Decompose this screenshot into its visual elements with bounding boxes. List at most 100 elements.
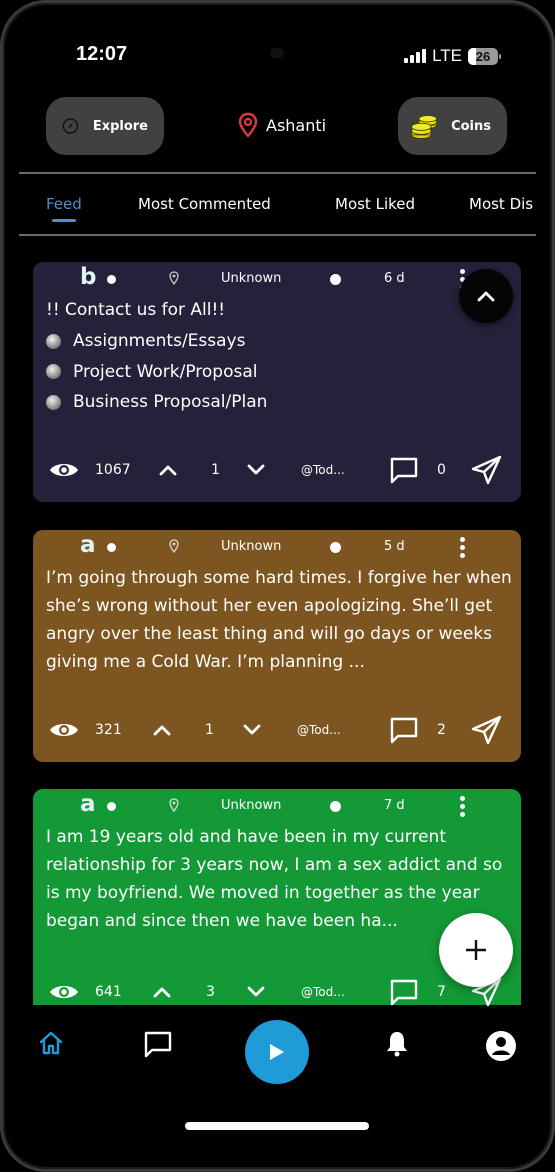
- bullet-text: Assignments/Essays: [73, 331, 246, 351]
- tab-most-liked[interactable]: Most Liked: [335, 195, 415, 213]
- vote-score: 1: [211, 462, 220, 478]
- upvote-button[interactable]: [153, 714, 171, 746]
- location-selector[interactable]: Ashanti: [238, 112, 326, 138]
- bullet-item: Business Proposal/Plan: [46, 387, 513, 418]
- post-card[interactable]: b Unknown 6 d !! Contact us for All!! As…: [33, 262, 521, 502]
- online-indicator: [107, 543, 116, 552]
- comment-count: 7: [437, 984, 446, 1000]
- author-handle[interactable]: @Tod...: [297, 714, 341, 746]
- views-count: 1067: [95, 462, 131, 478]
- create-post-button[interactable]: [439, 913, 513, 987]
- post-text: I’m going through some hard times. I for…: [46, 568, 512, 672]
- comment-button[interactable]: [389, 454, 419, 486]
- chat-icon: [144, 1031, 172, 1058]
- upvote-button[interactable]: [153, 976, 171, 1008]
- network-type: LTE: [432, 46, 462, 65]
- post-meta: a Unknown 7 d: [33, 791, 521, 820]
- vote-score: 3: [206, 984, 215, 1000]
- comment-count: 0: [437, 462, 446, 478]
- divider: [19, 234, 536, 236]
- play-icon: [270, 1044, 284, 1060]
- feed-tabs: Feed Most Commented Most Liked Most Dis: [19, 187, 536, 232]
- battery-level: 26: [475, 48, 491, 64]
- downvote-button[interactable]: [243, 714, 261, 746]
- post-title: !! Contact us for All!!: [46, 300, 226, 320]
- post-meta: b Unknown 6 d: [33, 264, 521, 290]
- views-count: 321: [95, 722, 122, 738]
- location-pin-icon: [169, 271, 179, 285]
- upvote-button[interactable]: [159, 454, 177, 486]
- more-options-icon[interactable]: [457, 793, 468, 820]
- tab-feed[interactable]: Feed: [46, 195, 82, 222]
- bullet-text: Business Proposal/Plan: [73, 392, 268, 412]
- divider: [19, 172, 536, 174]
- nav-play[interactable]: [245, 1020, 309, 1084]
- comment-button[interactable]: [389, 714, 419, 746]
- location-pin-icon: [169, 798, 179, 812]
- bell-icon: [387, 1032, 407, 1057]
- nav-profile[interactable]: [485, 1030, 517, 1062]
- post-actions: 1067 1 @Tod... 0: [33, 454, 521, 486]
- views-icon: [49, 454, 79, 486]
- coins-icon: [411, 115, 438, 139]
- more-options-icon[interactable]: [457, 534, 468, 561]
- signal-icon: [404, 49, 427, 63]
- status-icons: LTE 26: [404, 46, 501, 66]
- coins-label: Coins: [451, 118, 491, 134]
- nav-notifications[interactable]: [385, 1030, 409, 1058]
- location-label: Ashanti: [266, 115, 327, 135]
- nav-home[interactable]: [38, 1030, 64, 1056]
- plus-icon: [466, 940, 486, 960]
- bullet-icon: [46, 333, 61, 349]
- bullet-text: Project Work/Proposal: [73, 361, 258, 382]
- bullet-item: Assignments/Essays: [46, 326, 513, 357]
- post-location: Unknown: [221, 798, 282, 813]
- nav-messages[interactable]: [143, 1030, 173, 1058]
- bullet-icon: [46, 364, 61, 380]
- bottom-navigation: [19, 1014, 536, 1094]
- post-time: 5 d: [384, 539, 405, 554]
- post-location: Unknown: [221, 271, 282, 286]
- coins-button[interactable]: Coins: [398, 97, 507, 155]
- author-handle[interactable]: @Tod...: [301, 976, 345, 1008]
- online-indicator: [107, 802, 116, 811]
- views-icon: [49, 976, 79, 1008]
- compass-icon: [62, 118, 79, 134]
- profile-icon: [486, 1031, 516, 1061]
- share-button[interactable]: [471, 714, 503, 746]
- author-handle[interactable]: @Tod...: [301, 454, 345, 486]
- tab-most-disliked[interactable]: Most Dis: [469, 195, 533, 213]
- separator-dot: [330, 801, 341, 812]
- comment-button[interactable]: [389, 976, 419, 1008]
- views-icon: [49, 714, 79, 746]
- post-location: Unknown: [221, 539, 282, 554]
- comment-count: 2: [437, 722, 446, 738]
- home-icon: [39, 1031, 63, 1055]
- separator-dot: [330, 542, 341, 553]
- post-time: 7 d: [384, 798, 405, 813]
- post-text: I am 19 years old and have been in my cu…: [46, 827, 503, 931]
- author-avatar[interactable]: a: [80, 791, 96, 817]
- post-card[interactable]: a Unknown 5 d I’m going through some har…: [33, 530, 521, 762]
- downvote-button[interactable]: [247, 454, 265, 486]
- online-indicator: [107, 275, 116, 284]
- vote-score: 1: [205, 722, 214, 738]
- status-time: 12:07: [76, 43, 128, 65]
- post-actions: 321 1 @Tod... 2: [33, 714, 521, 746]
- downvote-button[interactable]: [247, 976, 265, 1008]
- bullet-item: Project Work/Proposal: [46, 357, 513, 388]
- front-camera: [270, 48, 284, 58]
- views-count: 641: [95, 984, 122, 1000]
- battery-icon: 26: [468, 47, 501, 65]
- scroll-to-top-button[interactable]: [459, 269, 513, 323]
- bullet-icon: [46, 394, 61, 410]
- tab-most-commented[interactable]: Most Commented: [138, 195, 271, 213]
- location-pin-icon: [169, 539, 179, 553]
- separator-dot: [330, 274, 341, 285]
- home-indicator[interactable]: [185, 1122, 369, 1130]
- share-button[interactable]: [471, 454, 503, 486]
- author-avatar[interactable]: a: [80, 532, 96, 558]
- explore-button[interactable]: Explore: [46, 97, 164, 155]
- author-avatar[interactable]: b: [80, 264, 96, 290]
- post-meta: a Unknown 5 d: [33, 532, 521, 561]
